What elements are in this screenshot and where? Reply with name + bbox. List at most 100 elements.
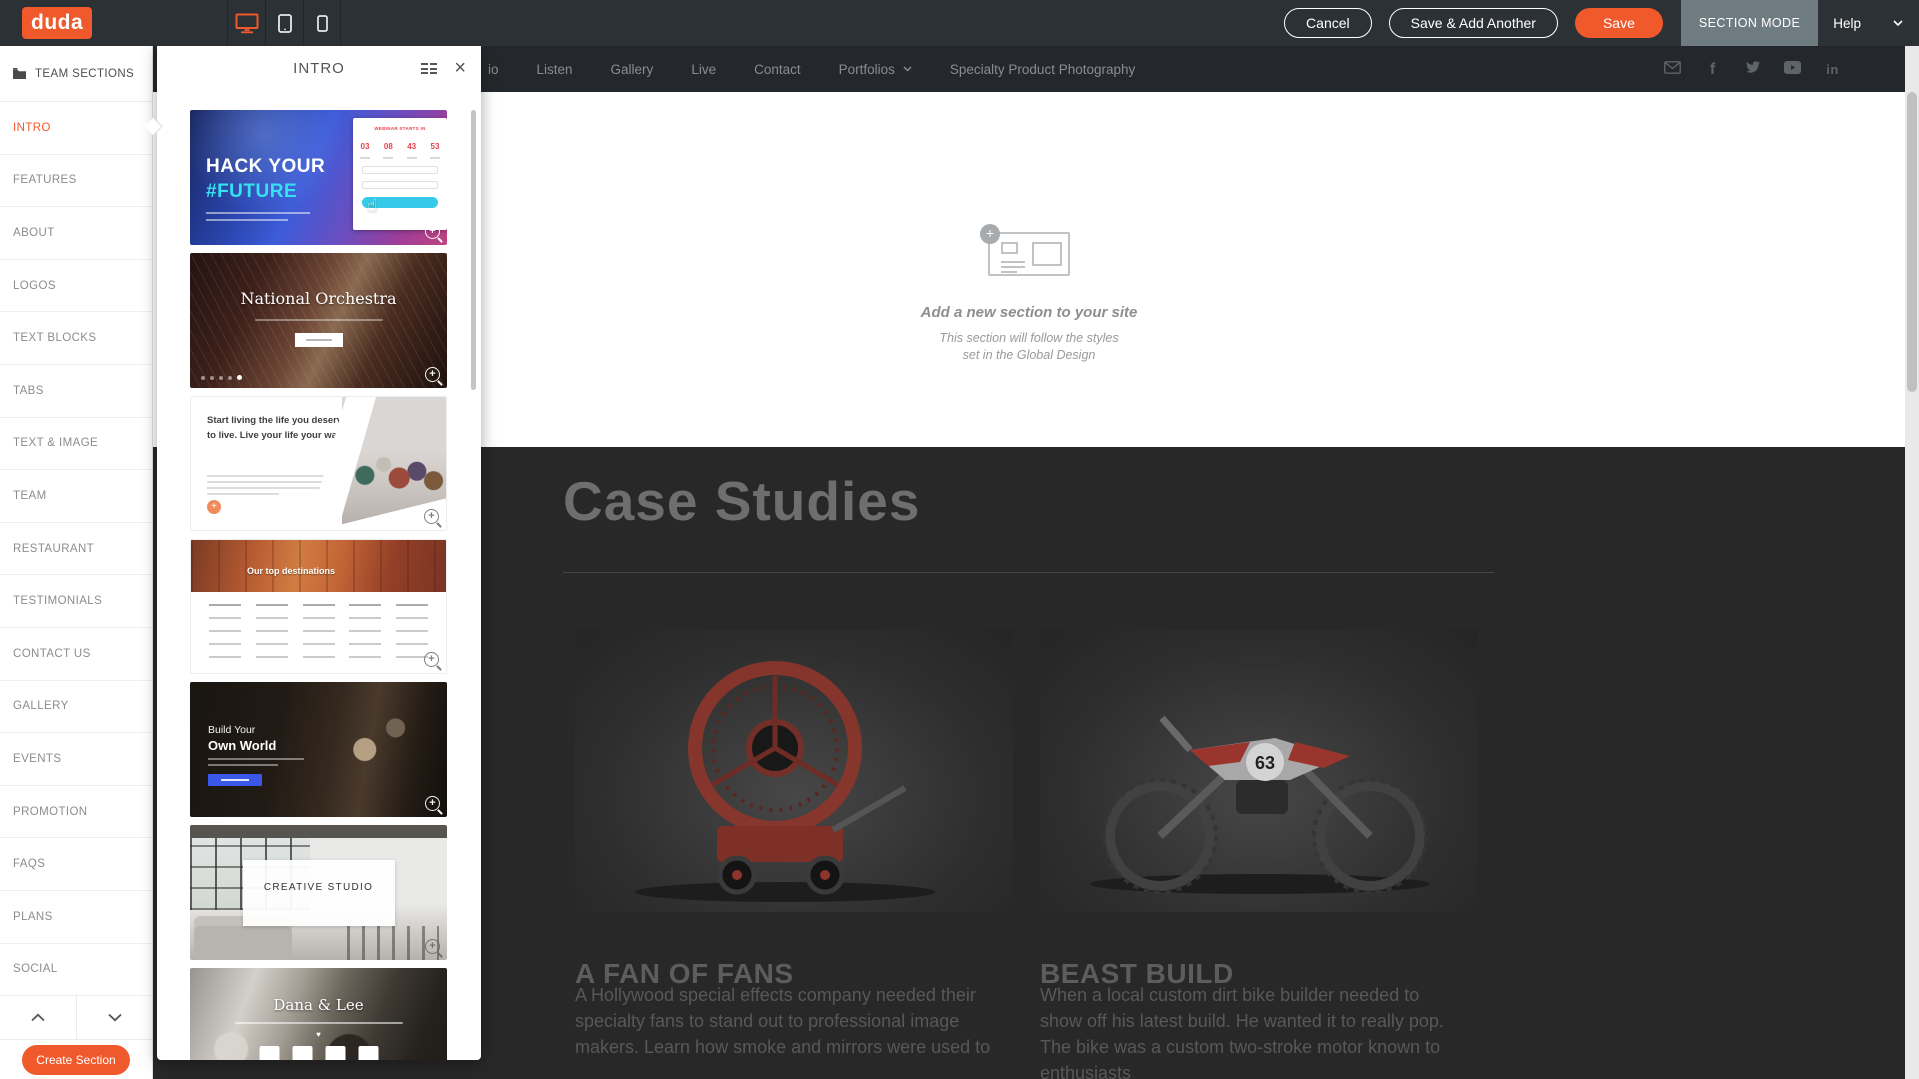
sidebar-item-events[interactable]: EVENTS (0, 733, 152, 786)
preview-social-links: f in (1664, 46, 1841, 92)
editor-topbar: duda Cancel Save & Add Another Save SECT… (0, 0, 1919, 46)
help-menu[interactable]: Help (1818, 0, 1919, 46)
add-section-placeholder[interactable]: + Add a new section to your site This se… (829, 232, 1229, 364)
thumb-title: Our top destinations (247, 566, 335, 576)
sidebar-item-promotion[interactable]: PROMOTION (0, 786, 152, 839)
sidebar-item-text-blocks[interactable]: TEXT BLOCKS (0, 312, 152, 365)
plus-circle-icon: + (980, 224, 1000, 244)
save-button[interactable]: Save (1575, 8, 1663, 38)
countdown-row: 03 08 43 53 (353, 136, 447, 159)
template-thumb-top-destinations[interactable]: Our top destinations + (190, 539, 447, 674)
nav-item-label: Portfolios (839, 62, 895, 77)
plus-button: + (207, 500, 221, 514)
email-icon[interactable] (1664, 61, 1681, 78)
thumb-title-line2: #FUTURE (206, 181, 297, 203)
zoom-preview-icon[interactable]: + (424, 509, 439, 524)
duda-logo[interactable]: duda (22, 7, 92, 39)
twitter-icon[interactable] (1744, 60, 1761, 78)
template-thumb-creative-studio[interactable]: CREATIVE STUDIO + (190, 825, 447, 960)
zoom-preview-icon[interactable]: + (424, 652, 439, 667)
page-scrollbar-thumb[interactable] (1907, 92, 1917, 392)
zoom-preview-icon[interactable]: + (425, 224, 440, 239)
sidebar-item-social[interactable]: SOCIAL (0, 944, 152, 997)
chevron-up-icon (30, 1013, 46, 1022)
nav-item-live[interactable]: Live (691, 62, 716, 77)
sidebar-header: TEAM SECTIONS (0, 46, 152, 102)
template-thumb-start-living[interactable]: Start living the life you deserve to liv… (190, 396, 447, 531)
sidebar-item-team[interactable]: TEAM (0, 470, 152, 523)
sidebar-item-text-image[interactable]: TEXT & IMAGE (0, 418, 152, 471)
template-thumb-hack-your-future[interactable]: HACK YOUR #FUTURE WEBINAR STARTS IN 03 0… (190, 110, 447, 245)
thumb-title-line1: Build Your (208, 724, 255, 736)
placeholder-subtitle: This section will follow the styles set … (829, 330, 1229, 364)
sidebar-item-faqs[interactable]: FAQS (0, 838, 152, 891)
nav-item-contact[interactable]: Contact (754, 62, 801, 77)
sidebar-item-contact-us[interactable]: CONTACT US (0, 628, 152, 681)
sidebar-item-restaurant[interactable]: RESTAURANT (0, 523, 152, 576)
zoom-preview-icon[interactable]: + (425, 367, 440, 382)
case-card-fan: A FAN OF FANS A Hollywood special effect… (575, 630, 1013, 912)
sidebar-item-plans[interactable]: PLANS (0, 891, 152, 944)
create-section-button[interactable]: Create Section (22, 1045, 130, 1075)
zoom-preview-icon[interactable]: + (425, 939, 440, 954)
case-card-text: A Hollywood special effects company need… (575, 982, 999, 1060)
cta-button (295, 333, 343, 347)
sidebar-item-tabs[interactable]: TABS (0, 365, 152, 418)
desktop-preview-button[interactable] (227, 0, 265, 46)
webinar-card-title: WEBINAR STARTS IN (353, 126, 447, 131)
destinations-photo: Our top destinations (191, 540, 446, 592)
sidebar-item-features[interactable]: FEATURES (0, 155, 152, 208)
case-card-text: When a local custom dirt bike builder ne… (1040, 982, 1464, 1079)
linkedin-icon[interactable]: in (1824, 61, 1841, 78)
bike-image: 63 (1040, 630, 1478, 912)
nav-item-listen[interactable]: Listen (537, 62, 573, 77)
template-thumb-national-orchestra[interactable]: National Orchestra + (190, 253, 447, 388)
divider (563, 572, 1494, 573)
nav-item-specialty[interactable]: Specialty Product Photography (950, 62, 1135, 77)
tablet-preview-button[interactable] (265, 0, 303, 46)
cancel-button[interactable]: Cancel (1284, 8, 1372, 38)
nav-item-truncated[interactable]: io (488, 62, 499, 77)
sidebar-item-logos[interactable]: LOGOS (0, 260, 152, 313)
scroll-down-button[interactable] (76, 996, 152, 1039)
zoom-preview-icon[interactable]: + (425, 796, 440, 811)
sidebar-item-intro[interactable]: INTRO (0, 102, 152, 155)
section-mode-badge: SECTION MODE (1681, 0, 1818, 46)
grid-view-toggle-icon[interactable] (421, 63, 437, 74)
sidebar-item-gallery[interactable]: GALLERY (0, 681, 152, 734)
nav-item-portfolios[interactable]: Portfolios (839, 62, 912, 77)
facebook-icon[interactable]: f (1704, 61, 1721, 78)
thumb-title: Start living the life you deserve to liv… (207, 413, 353, 443)
sidebar-item-testimonials[interactable]: TESTIMONIALS (0, 575, 152, 628)
section-wireframe-icon: + (988, 232, 1070, 276)
thumb-title: National Orchestra (190, 289, 447, 308)
thumb-title: Dana & Lee (190, 996, 447, 1014)
sidebar-item-about[interactable]: ABOUT (0, 207, 152, 260)
template-thumb-dana-and-lee[interactable]: Dana & Lee ♥ (190, 968, 447, 1060)
page-scrollbar[interactable] (1905, 46, 1919, 1079)
panel-header: INTRO × (157, 46, 481, 92)
cta-button (208, 774, 262, 786)
placeholder-title: Add a new section to your site (829, 304, 1229, 321)
youtube-icon[interactable] (1784, 61, 1801, 78)
thumb-title: CREATIVE STUDIO (243, 882, 395, 893)
sections-sidebar: TEAM SECTIONS INTRO FEATURES ABOUT LOGOS… (0, 46, 153, 1079)
nav-item-gallery[interactable]: Gallery (611, 62, 654, 77)
close-icon[interactable]: × (454, 55, 466, 81)
scroll-up-button[interactable] (0, 996, 76, 1039)
destinations-table (209, 604, 428, 660)
section-title: Case Studies (563, 469, 920, 533)
mobile-preview-button[interactable] (303, 0, 341, 46)
thumb-title-line2: Own World (208, 738, 276, 753)
carousel-dots (201, 375, 242, 380)
panel-scrollbar-thumb[interactable] (471, 110, 476, 390)
desktop-icon (235, 13, 259, 34)
bike-number: 63 (1255, 753, 1275, 773)
device-preview-switcher (227, 0, 341, 46)
tablet-icon (278, 14, 292, 33)
save-add-another-button[interactable]: Save & Add Another (1389, 8, 1558, 38)
template-thumb-build-your-own-world[interactable]: Build Your Own World + (190, 682, 447, 817)
chevron-down-icon (903, 66, 912, 72)
countdown-boxes (259, 1046, 378, 1060)
heart-icon: ♥ (190, 1030, 447, 1039)
